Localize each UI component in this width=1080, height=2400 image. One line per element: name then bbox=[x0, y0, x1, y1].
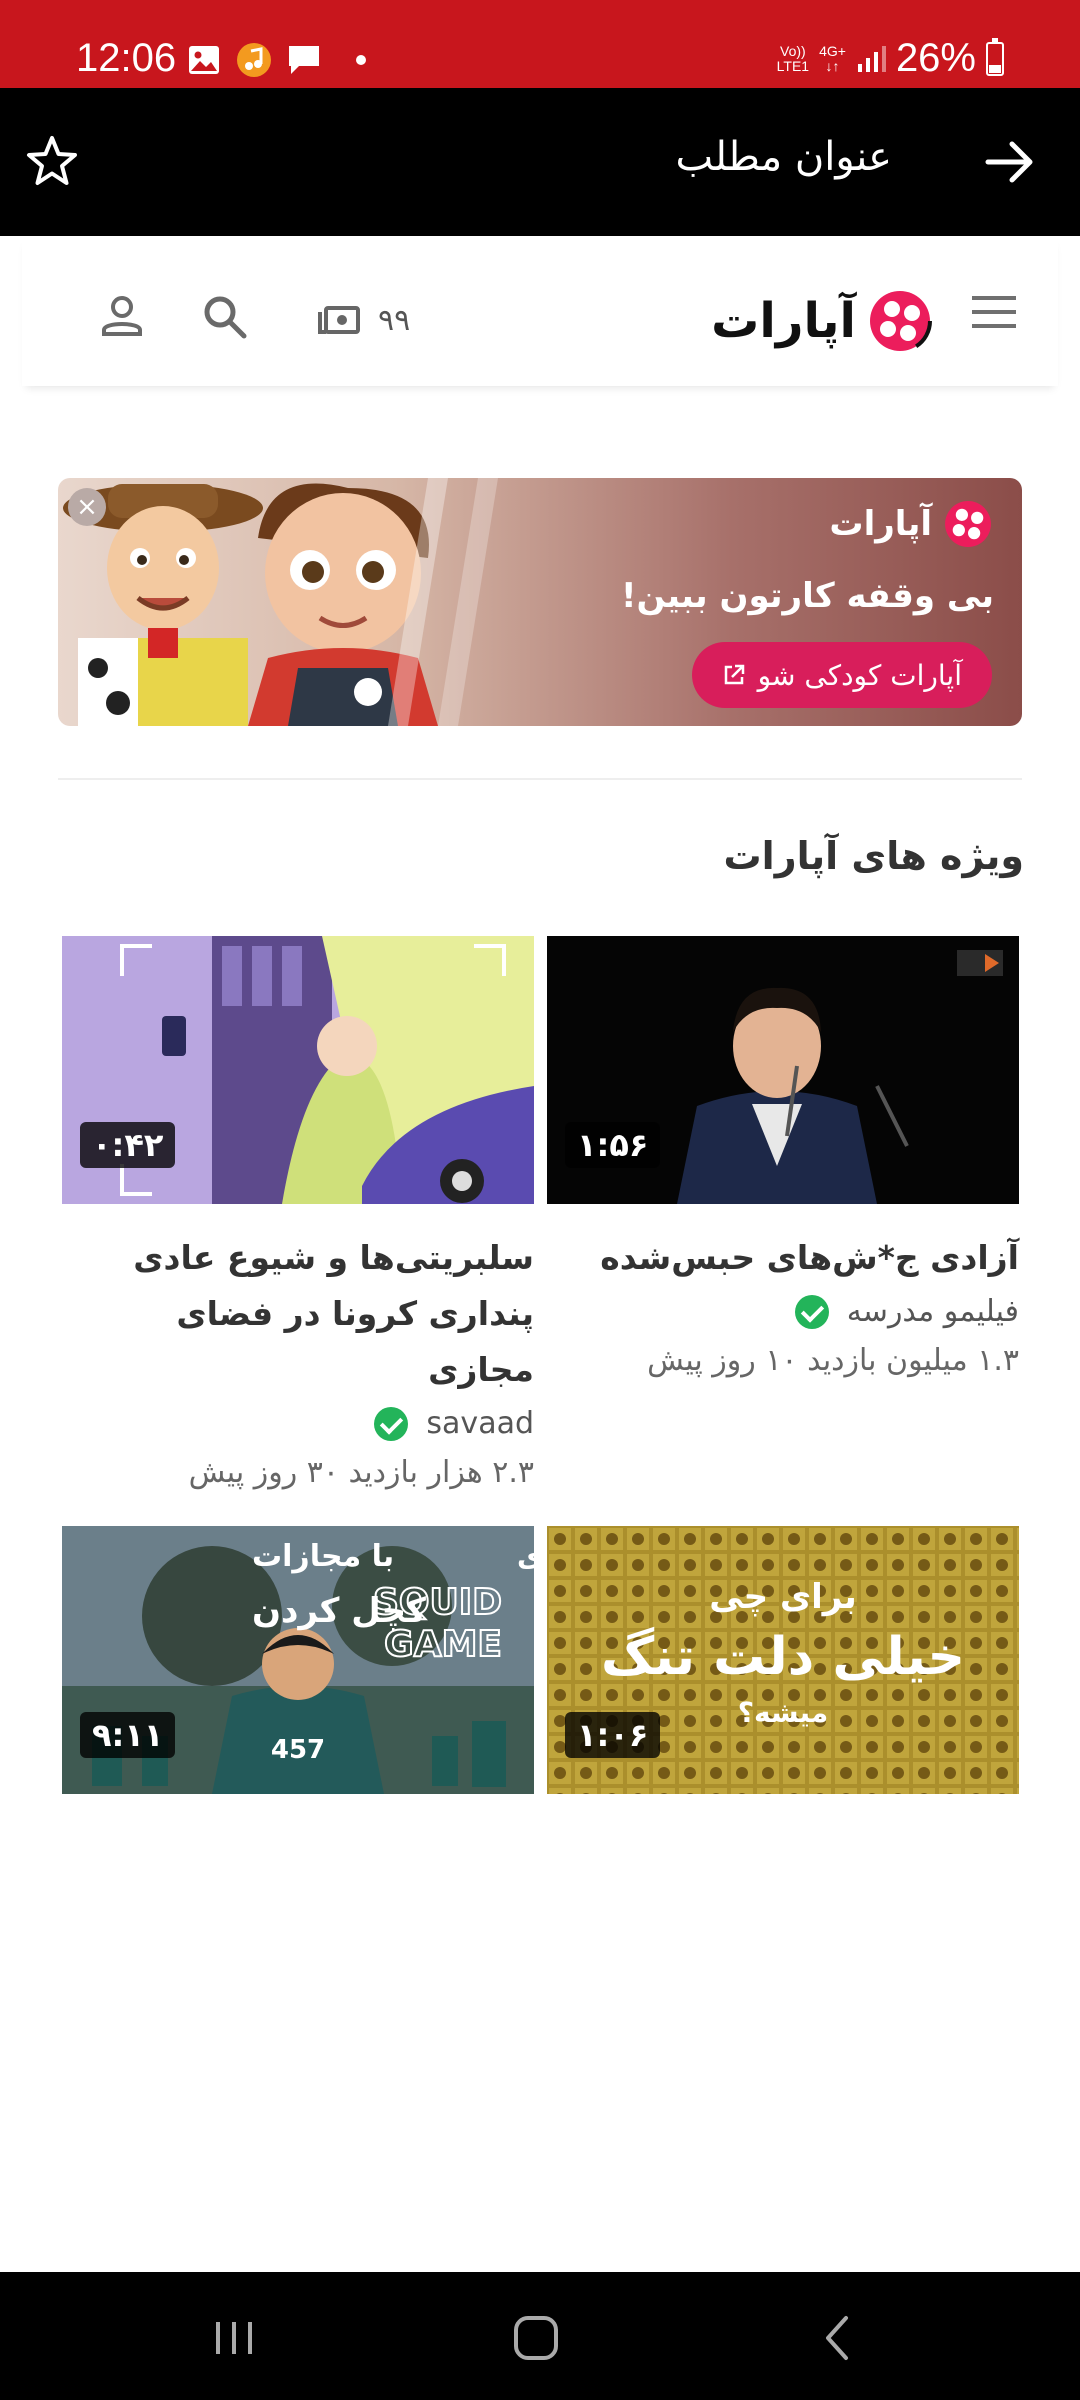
account-icon[interactable] bbox=[98, 292, 146, 340]
video-title[interactable]: سلبریتی‌ها و شیوع عادی پنداری کرونا در ف… bbox=[62, 1230, 534, 1398]
video-card[interactable]: ۰:۴۲ سلبریتی‌ها و شیوع عادی پنداری کرونا… bbox=[62, 936, 534, 1490]
channel-row[interactable]: savaad bbox=[62, 1406, 534, 1441]
video-title[interactable]: آزادی ج*ش‌های حبس‌شده bbox=[547, 1230, 1019, 1286]
title-bar: عنوان مطلب bbox=[0, 88, 1080, 236]
video-duration: ۱:۰۶ bbox=[565, 1712, 661, 1758]
thumb-text-shave: کچل کردن bbox=[252, 1591, 426, 1631]
home-icon[interactable] bbox=[506, 2308, 566, 2368]
dot-icon bbox=[356, 55, 366, 65]
promo-brand: آپارات bbox=[829, 498, 994, 550]
volte-label: Vo)) bbox=[780, 42, 806, 59]
video-thumbnail[interactable]: ۱:۵۶ bbox=[547, 936, 1019, 1204]
verified-icon bbox=[374, 1406, 409, 1441]
logo-icon bbox=[945, 501, 991, 547]
menu-icon[interactable] bbox=[970, 292, 1018, 332]
video-duration: ۱:۵۶ bbox=[565, 1122, 661, 1168]
thumb-line-2: خیلی دلت تنگ bbox=[601, 1626, 965, 1687]
watch-later-count: ۹۹ bbox=[378, 302, 411, 338]
message-icon bbox=[286, 42, 322, 78]
network-type-label: 4G+ bbox=[819, 42, 846, 59]
network-type: 4G+ ↓↑ bbox=[819, 42, 846, 74]
battery-icon bbox=[986, 37, 1004, 76]
brand-name: آپارات bbox=[711, 293, 856, 349]
section-divider bbox=[58, 778, 1022, 780]
thumb-text-penalty: با مجازات bbox=[252, 1539, 394, 1574]
channel-name: فیلیمو مدرسه bbox=[846, 1294, 1019, 1329]
video-duration: ۹:۱۱ bbox=[80, 1712, 176, 1758]
promo-cta-label: آپارات کودکی شو bbox=[757, 658, 962, 692]
music-icon bbox=[236, 42, 272, 78]
recent-apps-icon[interactable] bbox=[204, 2308, 264, 2368]
thumb-line-3: میشه؟ bbox=[738, 1696, 828, 1729]
lte-label: LTE1 bbox=[776, 57, 810, 74]
thumb-text-experience: تجربه بازی bbox=[517, 1540, 534, 1573]
watch-later-icon bbox=[318, 306, 360, 334]
thumb-player-number: 457 bbox=[271, 1735, 325, 1765]
signal-icon bbox=[857, 45, 886, 72]
arrow-right-icon[interactable] bbox=[980, 132, 1040, 192]
watch-later-button[interactable]: ۹۹ bbox=[318, 300, 410, 340]
app-header: آپارات ۹۹ bbox=[22, 236, 1058, 386]
page-title: عنوان مطلب bbox=[675, 134, 892, 180]
video-thumbnail[interactable]: برای چی خیلی دلت تنگ میشه؟ ۱:۰۶ bbox=[547, 1526, 1019, 1794]
video-meta: ۱.۳ میلیون بازدید ۱۰ روز پیش bbox=[647, 1343, 1019, 1378]
promo-cta-button[interactable]: آپارات کودکی شو bbox=[691, 642, 992, 708]
section-title: ویژه های آپارات bbox=[723, 834, 1024, 878]
logo-icon bbox=[868, 289, 932, 353]
promo-close-button[interactable]: × bbox=[68, 488, 106, 526]
verified-icon bbox=[794, 1294, 829, 1329]
thumb-line-1: برای چی bbox=[709, 1577, 856, 1617]
battery-percent: 26% bbox=[895, 36, 976, 80]
status-time: 12:06 bbox=[76, 36, 177, 80]
search-icon[interactable] bbox=[200, 292, 248, 340]
system-nav-bar bbox=[0, 2272, 1080, 2400]
gallery-icon bbox=[186, 42, 222, 78]
video-thumbnail[interactable]: ۰:۴۲ bbox=[62, 936, 534, 1204]
video-card[interactable]: برای چی خیلی دلت تنگ میشه؟ ۱:۰۶ bbox=[547, 1526, 1019, 1794]
channel-name: savaad bbox=[426, 1406, 534, 1441]
promo-headline: بی وقفه کارتون ببین! bbox=[620, 576, 994, 616]
channel-row[interactable]: فیلیمو مدرسه bbox=[547, 1294, 1019, 1329]
video-card[interactable]: ۱:۵۶ آزادی ج*ش‌های حبس‌شده فیلیمو مدرسه … bbox=[547, 936, 1019, 1378]
aparat-logo[interactable]: آپارات bbox=[711, 286, 934, 356]
promo-brand-name: آپارات bbox=[829, 504, 932, 544]
status-right: Vo)) LTE1 4G+ ↓↑ 26% bbox=[777, 36, 1004, 81]
volte-indicator: Vo)) LTE1 bbox=[776, 42, 810, 74]
status-bar: 12:06 Vo)) LTE1 4G+ ↓↑ 26% bbox=[0, 0, 1080, 88]
video-meta: ۲.۳ هزار بازدید ۳۰ روز پیش bbox=[188, 1455, 534, 1490]
video-thumbnail[interactable]: 457 تجربه بازی با مجازات SQUID GAME کچل … bbox=[62, 1526, 534, 1794]
notification-icons bbox=[186, 40, 366, 80]
data-arrows-icon: ↓↑ bbox=[825, 57, 840, 74]
divider-stripes bbox=[388, 478, 498, 726]
video-card[interactable]: 457 تجربه بازی با مجازات SQUID GAME کچل … bbox=[62, 1526, 534, 1794]
star-outline-icon[interactable] bbox=[22, 132, 82, 192]
promo-banner[interactable]: × آپارات بی وقفه کارتون ببین! آپارات کود… bbox=[58, 478, 1022, 726]
back-icon[interactable] bbox=[808, 2308, 868, 2368]
external-link-icon bbox=[724, 664, 744, 685]
video-duration: ۰:۴۲ bbox=[80, 1122, 176, 1168]
